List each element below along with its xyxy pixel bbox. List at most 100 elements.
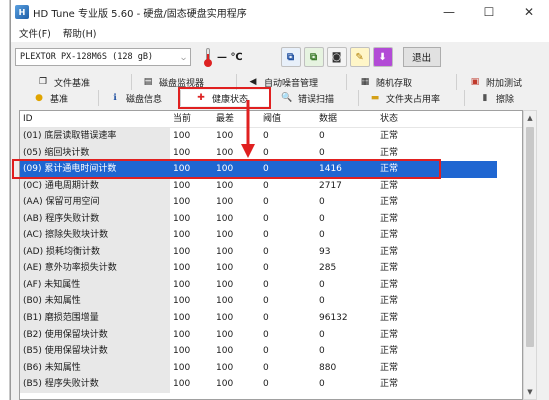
table-body: (01) 底层读取错误速率 100 100 0 0 正常 (05) 缩回块计数 100 100 0… bbox=[20, 128, 522, 393]
cell-current: 100 bbox=[170, 210, 213, 228]
cell-worst: 100 bbox=[213, 376, 260, 393]
cell-current: 100 bbox=[170, 161, 213, 178]
scroll-down-icon[interactable]: ▼ bbox=[524, 385, 536, 399]
erase-icon: ▮ bbox=[482, 93, 488, 103]
minimize-button[interactable]: — bbox=[429, 0, 469, 24]
tab-label: 附加测试 bbox=[486, 78, 523, 89]
window-title: HD Tune 专业版 5.60 - 硬盘/固态硬盘实用程序 bbox=[33, 8, 247, 20]
file-benchmark-icon: ❐ bbox=[38, 77, 48, 87]
table-row[interactable]: (05) 缩回块计数 100 100 0 0 正常 bbox=[20, 144, 522, 162]
tab-folder-usage[interactable]: ▬ 文件夹占用率 bbox=[359, 90, 465, 106]
tab-error-scan[interactable]: 🔍 错误扫描 bbox=[271, 90, 359, 106]
cell-id: (AA) 保留可用空间 bbox=[20, 194, 170, 211]
tab-disk-monitor[interactable]: ▤ 磁盘监视器 bbox=[132, 74, 237, 90]
benchmark-icon: ● bbox=[35, 93, 43, 103]
tab-noise-management[interactable]: ◀ 自动噪音管理 bbox=[237, 74, 347, 90]
tab-label: 错误扫描 bbox=[298, 94, 335, 105]
cell-worst: 100 bbox=[213, 310, 260, 327]
background-window-strip bbox=[0, 0, 10, 400]
table-row[interactable]: (B1) 磨损范围增量 100 100 0 96132 正常 bbox=[20, 310, 522, 327]
tab-row-bottom: ● 基准 ℹ 磁盘信息 ✚ 健康状态 🔍 错误扫描 ▬ 文件夹占用率 ▮ 擦除 bbox=[11, 90, 549, 106]
copy-info-icon[interactable]: ⧉ bbox=[303, 47, 324, 67]
table-row[interactable]: (AB) 程序失败计数 100 100 0 0 正常 bbox=[20, 210, 522, 228]
tab-erase[interactable]: ▮ 擦除 bbox=[465, 90, 549, 106]
tab-label: 磁盘监视器 bbox=[159, 78, 205, 89]
cell-threshold: 0 bbox=[260, 326, 316, 344]
scroll-thumb[interactable] bbox=[526, 127, 534, 347]
header-id[interactable]: ID bbox=[20, 111, 170, 128]
title-bar: H HD Tune 专业版 5.60 - 硬盘/固态硬盘实用程序 — ☐ ✕ bbox=[11, 0, 549, 24]
maximize-button[interactable]: ☐ bbox=[469, 0, 509, 24]
toolbar: PLEXTOR PX-128M6S (128 gB) ⌵ — ℃ ⧉ ⧉ ◙ ✎… bbox=[11, 42, 549, 72]
cell-current: 100 bbox=[170, 293, 213, 311]
header-status[interactable]: 状态 bbox=[377, 111, 497, 128]
folder-usage-icon: ▬ bbox=[370, 93, 380, 103]
table-row[interactable]: (AC) 擦除失败块计数 100 100 0 0 正常 bbox=[20, 227, 522, 244]
table-row[interactable]: (B2) 使用保留块计数 100 100 0 0 正常 bbox=[20, 326, 522, 344]
tab-label: 随机存取 bbox=[376, 78, 413, 89]
cell-status: 正常 bbox=[377, 343, 497, 360]
cell-threshold: 0 bbox=[260, 376, 316, 393]
cell-data: 0 bbox=[316, 210, 377, 228]
tab-file-benchmark[interactable]: ❐ 文件基准 bbox=[11, 74, 132, 90]
scroll-up-icon[interactable]: ▲ bbox=[524, 111, 536, 125]
table-row[interactable]: (B5) 使用保留块计数 100 100 0 0 正常 bbox=[20, 343, 522, 360]
save-download-icon[interactable]: ⬇ bbox=[372, 47, 393, 67]
tab-disk-info[interactable]: ℹ 磁盘信息 bbox=[99, 90, 181, 106]
table-row[interactable]: (0C) 通电周期计数 100 100 0 2717 正常 bbox=[20, 177, 522, 195]
cell-worst: 100 bbox=[213, 144, 260, 162]
cell-threshold: 0 bbox=[260, 293, 316, 311]
cell-id: (AD) 损耗均衡计数 bbox=[20, 243, 170, 261]
header-current[interactable]: 当前 bbox=[170, 111, 213, 128]
tab-label: 健康状态 bbox=[212, 94, 249, 105]
table-row[interactable]: (AA) 保留可用空间 100 100 0 0 正常 bbox=[20, 194, 522, 211]
cell-threshold: 0 bbox=[260, 161, 316, 178]
cell-id: (B5) 程序失败计数 bbox=[20, 376, 170, 393]
cell-status: 正常 bbox=[377, 310, 497, 327]
tab-random-access[interactable]: ▦ 随机存取 bbox=[347, 74, 457, 90]
tab-benchmark[interactable]: ● 基准 bbox=[11, 90, 99, 106]
cell-current: 100 bbox=[170, 144, 213, 162]
error-scan-icon: 🔍 bbox=[281, 93, 293, 103]
table-row[interactable]: (B0) 未知属性 100 100 0 0 正常 bbox=[20, 293, 522, 311]
table-row[interactable]: (09) 累计通电时间计数 100 100 0 1416 正常 bbox=[20, 161, 522, 178]
cell-id: (B5) 使用保留块计数 bbox=[20, 343, 170, 360]
copy-text-icon[interactable]: ⧉ bbox=[280, 47, 301, 67]
drive-select[interactable]: PLEXTOR PX-128M6S (128 gB) ⌵ bbox=[15, 48, 191, 66]
table-row[interactable]: (AD) 损耗均衡计数 100 100 0 93 正常 bbox=[20, 243, 522, 261]
table-row[interactable]: (AE) 意外功率损失计数 100 100 0 285 正常 bbox=[20, 260, 522, 277]
cell-worst: 100 bbox=[213, 194, 260, 211]
cell-status: 正常 bbox=[377, 293, 497, 311]
vertical-scrollbar[interactable]: ▲ ▼ bbox=[523, 110, 537, 400]
cell-data: 0 bbox=[316, 194, 377, 211]
cell-data: 285 bbox=[316, 260, 377, 277]
header-worst[interactable]: 最差 bbox=[213, 111, 260, 128]
header-threshold[interactable]: 阈值 bbox=[260, 111, 316, 128]
tab-health[interactable]: ✚ 健康状态 bbox=[181, 90, 271, 106]
table-row[interactable]: (01) 底层读取错误速率 100 100 0 0 正常 bbox=[20, 128, 522, 145]
cell-data: 0 bbox=[316, 128, 377, 145]
menu-file[interactable]: 文件(F) bbox=[13, 26, 57, 40]
disk-monitor-icon: ▤ bbox=[143, 77, 153, 87]
cell-status: 正常 bbox=[377, 243, 497, 261]
cell-status: 正常 bbox=[377, 276, 497, 294]
cell-data: 0 bbox=[316, 144, 377, 162]
cell-status: 正常 bbox=[377, 227, 497, 244]
cell-data: 0 bbox=[316, 343, 377, 360]
tab-label: 基准 bbox=[50, 94, 69, 105]
options-icon[interactable]: ✎ bbox=[349, 47, 370, 67]
menu-help[interactable]: 帮助(H) bbox=[57, 26, 103, 40]
cell-data: 880 bbox=[316, 359, 377, 377]
cell-data: 1416 bbox=[316, 161, 377, 178]
cell-worst: 100 bbox=[213, 326, 260, 344]
header-data[interactable]: 数据 bbox=[316, 111, 377, 128]
close-button[interactable]: ✕ bbox=[509, 0, 549, 24]
exit-button[interactable]: 退出 bbox=[402, 47, 441, 67]
cell-threshold: 0 bbox=[260, 194, 316, 211]
table-row[interactable]: (AF) 未知属性 100 100 0 0 正常 bbox=[20, 276, 522, 294]
cell-id: (B2) 使用保留块计数 bbox=[20, 326, 170, 344]
table-row[interactable]: (B6) 未知属性 100 100 0 880 正常 bbox=[20, 359, 522, 377]
screenshot-camera-icon[interactable]: ◙ bbox=[326, 47, 347, 67]
table-row[interactable]: (B5) 程序失败计数 100 100 0 0 正常 bbox=[20, 376, 522, 393]
tab-extra-tests[interactable]: ▣ 附加测试 bbox=[457, 74, 549, 90]
